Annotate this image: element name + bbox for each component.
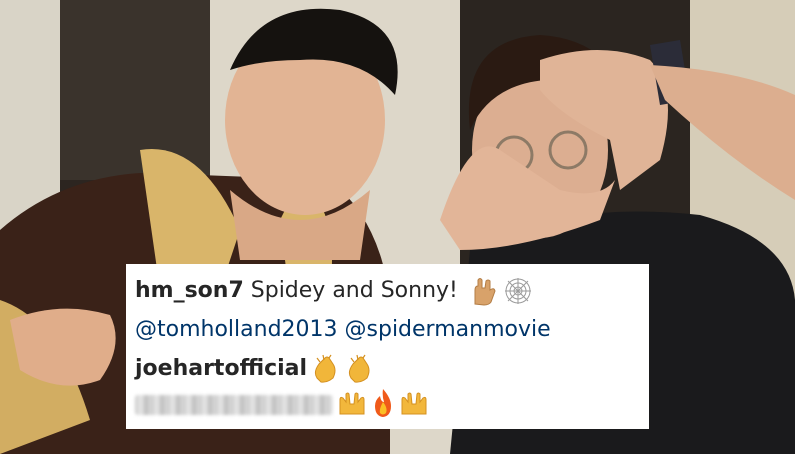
- fire-icon: [371, 388, 395, 422]
- comment-username[interactable]: joehartofficial: [135, 356, 307, 381]
- comment-username[interactable]: hm_son7: [135, 278, 244, 303]
- comment-1-line-2: @tomholland2013 @spidermanmovie: [135, 310, 649, 349]
- comment-2-line: joehartofficial: [135, 349, 649, 388]
- raising-hands-icon: [399, 390, 429, 420]
- comment-text: Spidey and Sonny!: [243, 278, 465, 303]
- mention-links[interactable]: @tomholland2013 @spidermanmovie: [135, 317, 551, 342]
- raising-hands-icon: [337, 390, 367, 420]
- clapping-hands-icon: [311, 354, 341, 388]
- clapping-hands-icon: [345, 354, 375, 388]
- comment-1-line-1: hm_son7 Spidey and Sonny!: [135, 271, 649, 310]
- comments-overlay: hm_son7 Spidey and Sonny! @tomholland201…: [126, 264, 649, 429]
- spider-web-icon: [503, 276, 533, 310]
- comment-3-line: [135, 388, 649, 427]
- rock-on-hand-icon: [469, 276, 499, 310]
- post-photo: hm_son7 Spidey and Sonny! @tomholland201…: [0, 0, 795, 454]
- blurred-username: [135, 395, 333, 415]
- wall-dark-left: [60, 0, 210, 180]
